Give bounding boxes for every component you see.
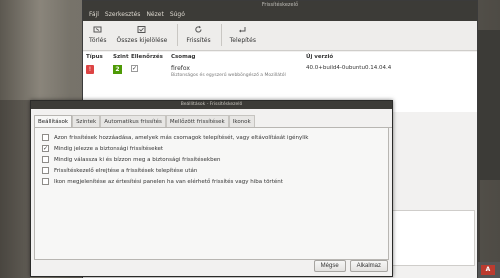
tab-levels[interactable]: Szintek xyxy=(72,115,101,127)
select-all-label: Összes kijelölése xyxy=(116,37,168,44)
option-dependencies[interactable]: Azon frissítések hozzáadása, amelyek más… xyxy=(42,132,384,143)
cancel-button[interactable]: Mégse xyxy=(313,260,346,272)
background-window-edge xyxy=(478,30,500,180)
menu-view[interactable]: Nézet xyxy=(146,9,163,21)
option-label: Azon frissítések hozzáadása, amelyek más… xyxy=(54,134,309,141)
clear-icon xyxy=(93,24,103,34)
option-show-security[interactable]: ✓ Mindig jelezze a biztonsági frissítése… xyxy=(42,143,384,154)
preferences-dialog: Beállítások - Frissítéskezelő Beállításo… xyxy=(30,100,393,277)
menu-help[interactable]: Súgó xyxy=(170,9,185,21)
dialog-title: Beállítások - Frissítéskezelő xyxy=(31,101,392,109)
window-title: Frissítéskezelő xyxy=(83,1,477,9)
select-all-icon xyxy=(137,24,147,34)
checkbox[interactable]: ✓ xyxy=(42,145,49,152)
apply-button[interactable]: Alkalmaz xyxy=(349,260,388,272)
refresh-label: Frissítés xyxy=(186,37,211,44)
option-label: Frissítéskezelő elrejtése a frissítések … xyxy=(54,167,198,174)
refresh-button[interactable]: Frissítés xyxy=(186,24,211,44)
checkbox[interactable] xyxy=(42,156,49,163)
description-panel xyxy=(391,210,475,266)
toolbar: Törlés Összes kijelölése Frissítés Telep… xyxy=(83,21,477,51)
option-hide-after-install[interactable]: Frissítéskezelő elrejtése a frissítések … xyxy=(42,165,384,176)
menu-file[interactable]: Fájl xyxy=(89,9,99,21)
checkbox[interactable] xyxy=(42,134,49,141)
option-label: Mindig válassza ki és bízzon meg a bizto… xyxy=(54,156,221,163)
tab-icons[interactable]: Ikonok xyxy=(228,115,255,127)
option-tray-icon[interactable]: Ikon megjelenítése az értesítési panelen… xyxy=(42,176,384,187)
tab-ignored-updates[interactable]: Mellőzött frissítések xyxy=(165,115,229,127)
tab-preferences[interactable]: Beállítások xyxy=(34,115,73,127)
toolbar-separator xyxy=(177,24,179,46)
install-icon xyxy=(238,24,248,34)
option-label: Ikon megjelenítése az értesítési panelen… xyxy=(54,178,283,185)
level-badge: 2 xyxy=(113,65,122,74)
table-header: Típus Szint Ellenőrzés Csomag Új verzió xyxy=(83,52,477,61)
tab-auto-refresh[interactable]: Automatikus frissítés xyxy=(100,115,166,127)
tab-bar: Beállítások Szintek Automatikus frissíté… xyxy=(34,115,392,128)
column-level[interactable]: Szint xyxy=(110,54,129,60)
security-update-icon: ! xyxy=(86,65,94,74)
column-new-version[interactable]: Új verzió xyxy=(303,54,473,60)
select-all-button[interactable]: Összes kijelölése xyxy=(116,24,168,44)
menubar: Fájl Szerkesztés Nézet Súgó xyxy=(83,9,477,21)
install-button[interactable]: Telepítés xyxy=(230,24,256,44)
option-trust-security[interactable]: Mindig válassza ki és bízzon meg a bizto… xyxy=(42,154,384,165)
refresh-icon xyxy=(194,24,204,34)
checkbox[interactable] xyxy=(42,167,49,174)
menu-edit[interactable]: Szerkesztés xyxy=(105,9,141,21)
toolbar-separator xyxy=(220,24,222,46)
package-name: firefox xyxy=(171,65,190,72)
option-label: Mindig jelezze a biztonsági frissítéseke… xyxy=(54,145,164,152)
package-description: Biztonságos és egyszerű webböngésző a Mo… xyxy=(171,73,286,78)
table-row[interactable]: ! 2 ✓ firefox Biztonságos és egyszerű we… xyxy=(83,61,477,87)
preferences-panel: Azon frissítések hozzáadása, amelyek más… xyxy=(34,128,389,260)
clear-label: Törlés xyxy=(89,37,107,44)
ubuntu-software-icon[interactable]: A xyxy=(481,265,495,275)
column-type[interactable]: Típus xyxy=(83,54,110,60)
new-version: 40.0+build4-0ubuntu0.14.04.4 xyxy=(306,65,392,71)
column-check[interactable]: Ellenőrzés xyxy=(128,54,168,60)
row-checkbox[interactable]: ✓ xyxy=(131,65,138,72)
install-label: Telepítés xyxy=(229,37,256,44)
clear-button[interactable]: Törlés xyxy=(89,24,107,44)
dialog-buttons: Mégse Alkalmaz xyxy=(313,260,388,272)
column-package[interactable]: Csomag xyxy=(168,54,303,60)
checkbox[interactable] xyxy=(42,178,49,185)
